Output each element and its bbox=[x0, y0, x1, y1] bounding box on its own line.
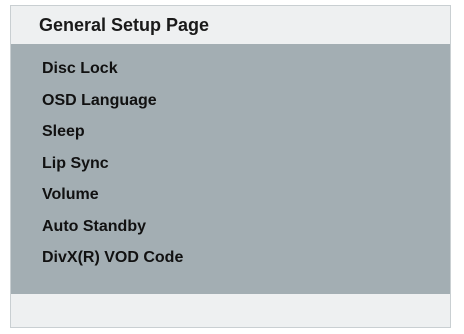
menu-item-disc-lock[interactable]: Disc Lock bbox=[11, 53, 450, 85]
setup-header: General Setup Page bbox=[11, 6, 450, 44]
menu-item-lip-sync[interactable]: Lip Sync bbox=[11, 148, 450, 180]
menu-item-sleep[interactable]: Sleep bbox=[11, 116, 450, 148]
menu-item-osd-language[interactable]: OSD Language bbox=[11, 85, 450, 117]
setup-menu-list: Disc Lock OSD Language Sleep Lip Sync Vo… bbox=[11, 53, 450, 274]
setup-menu-panel: General Setup Page Disc Lock OSD Languag… bbox=[10, 5, 451, 328]
page-title: General Setup Page bbox=[39, 14, 210, 35]
setup-footer-bar bbox=[11, 294, 450, 327]
menu-item-auto-standby[interactable]: Auto Standby bbox=[11, 211, 450, 243]
menu-item-divx-vod-code[interactable]: DivX(R) VOD Code bbox=[11, 242, 450, 274]
menu-item-volume[interactable]: Volume bbox=[11, 179, 450, 211]
